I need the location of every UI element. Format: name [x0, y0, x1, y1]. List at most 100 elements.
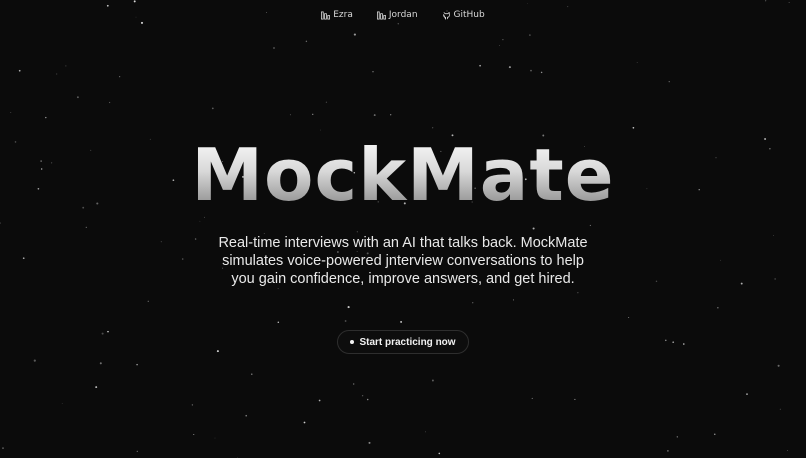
- star: [530, 69, 532, 72]
- star: [344, 320, 347, 322]
- star: [305, 40, 308, 43]
- star: [45, 116, 47, 119]
- star: [390, 114, 392, 116]
- dot-icon: [350, 340, 355, 344]
- star: [765, 0, 767, 2]
- star: [632, 126, 635, 129]
- star: [577, 292, 579, 294]
- star: [368, 441, 371, 444]
- star: [479, 64, 481, 67]
- star: [181, 258, 184, 260]
- star: [777, 364, 780, 367]
- star: [655, 280, 658, 283]
- star: [432, 127, 434, 129]
- top-nav: Ezra Jordan GitHub: [0, 10, 806, 20]
- star: [245, 414, 247, 417]
- star: [214, 437, 216, 439]
- star: [512, 299, 514, 301]
- star: [665, 339, 667, 342]
- star: [400, 320, 403, 323]
- bar-chart-icon: [321, 10, 331, 20]
- star: [683, 343, 685, 345]
- star: [720, 259, 722, 261]
- star: [666, 449, 669, 452]
- star: [676, 436, 678, 438]
- star: [529, 34, 531, 36]
- nav-link-label: Ezra: [333, 10, 353, 20]
- star: [353, 383, 355, 385]
- star: [303, 421, 306, 424]
- starfield-background: [0, 0, 790, 458]
- star: [532, 227, 535, 230]
- star: [361, 395, 364, 397]
- star: [289, 114, 291, 116]
- star: [107, 330, 109, 333]
- star: [567, 6, 569, 8]
- star: [325, 101, 328, 103]
- star: [628, 316, 630, 318]
- star: [353, 33, 356, 36]
- star: [136, 363, 138, 366]
- star: [773, 235, 774, 236]
- star: [140, 21, 144, 24]
- star: [160, 241, 162, 243]
- star: [425, 431, 426, 433]
- star: [717, 307, 719, 309]
- star: [85, 226, 87, 229]
- star: [277, 288, 279, 290]
- star: [199, 220, 201, 222]
- star: [136, 450, 138, 453]
- star: [431, 379, 434, 382]
- nav-link-ezra[interactable]: Ezra: [321, 10, 353, 20]
- star: [636, 62, 638, 64]
- star: [216, 350, 219, 353]
- star: [133, 0, 136, 3]
- nav-link-github[interactable]: GitHub: [442, 10, 485, 20]
- star: [320, 129, 321, 131]
- star: [438, 452, 441, 455]
- star: [788, 2, 790, 3]
- star: [2, 447, 4, 449]
- star: [397, 23, 399, 25]
- star: [740, 282, 743, 285]
- star: [65, 65, 67, 67]
- landing-page: Ezra Jordan GitHub MockMate Real-time in…: [0, 0, 806, 458]
- star: [108, 101, 111, 104]
- star: [0, 222, 1, 224]
- star: [312, 113, 314, 115]
- bar-chart-icon: [376, 10, 386, 20]
- star: [251, 373, 253, 375]
- star: [119, 76, 121, 78]
- star: [668, 81, 670, 83]
- star: [356, 231, 358, 233]
- star: [211, 107, 214, 110]
- star: [779, 408, 781, 410]
- star: [277, 321, 280, 324]
- star: [714, 433, 716, 435]
- star: [746, 393, 748, 395]
- start-practicing-button[interactable]: Start practicing now: [337, 330, 469, 354]
- start-practicing-label: Start practicing now: [359, 336, 456, 348]
- star: [106, 4, 109, 7]
- star: [540, 71, 543, 74]
- nav-link-jordan[interactable]: Jordan: [376, 10, 418, 20]
- hero-title: MockMate: [0, 133, 806, 217]
- star: [531, 397, 533, 399]
- star: [347, 306, 350, 309]
- star: [472, 302, 474, 304]
- star: [502, 38, 504, 41]
- star: [95, 386, 98, 389]
- nav-link-label: GitHub: [453, 10, 485, 20]
- star: [366, 398, 369, 401]
- star: [372, 71, 374, 73]
- star: [273, 47, 275, 49]
- star: [22, 257, 25, 260]
- star: [99, 362, 102, 365]
- nav-link-label: Jordan: [388, 10, 418, 20]
- star: [101, 332, 104, 335]
- star: [774, 278, 776, 280]
- star: [191, 404, 194, 406]
- star: [373, 114, 376, 117]
- star: [527, 3, 528, 4]
- star: [499, 45, 500, 46]
